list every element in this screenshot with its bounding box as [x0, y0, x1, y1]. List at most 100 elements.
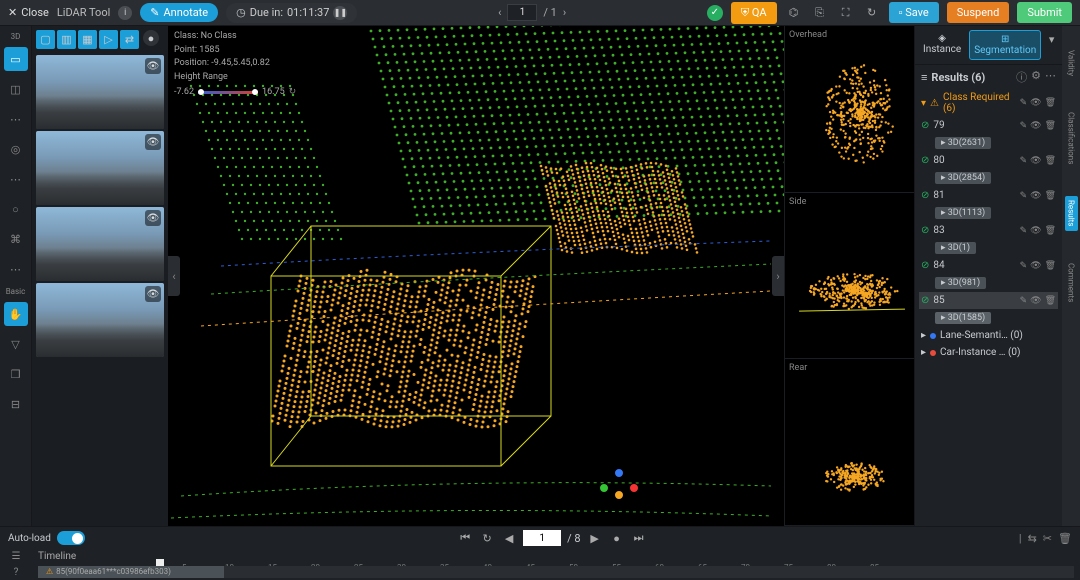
frame-input[interactable]	[523, 530, 561, 546]
list-icon[interactable]: ☰	[12, 551, 21, 562]
delete-icon[interactable]: 🗑	[1045, 98, 1056, 108]
loop-icon[interactable]: ↻	[479, 530, 495, 546]
rail-classifications[interactable]: Classifications	[1065, 108, 1078, 168]
side-view[interactable]: Side	[785, 193, 914, 360]
axis-gizmo[interactable]	[599, 468, 639, 508]
delete-icon[interactable]: 🗑	[1045, 261, 1056, 271]
tree-class-required[interactable]: ▾ ⚠ Class Required (6) ✎👁🗑	[919, 89, 1058, 117]
suspend-button[interactable]: Suspend	[947, 2, 1010, 23]
tool-more[interactable]: ⋯	[4, 107, 28, 131]
page-input[interactable]	[507, 4, 537, 21]
eye-icon[interactable]: 👁	[1030, 296, 1041, 306]
tree-item-81[interactable]: ⊘ 81 ✎👁🗑	[919, 187, 1058, 204]
refresh-icon[interactable]: ↻	[863, 4, 881, 22]
timeline-main[interactable]: Timeline 5101520253035404550556065707580…	[32, 549, 1080, 580]
camera-thumb-4[interactable]: 👁	[36, 283, 164, 357]
tool-cube[interactable]: ◫	[4, 77, 28, 101]
rail-comments[interactable]: Comments	[1065, 259, 1078, 306]
eye-icon[interactable]: 👁	[145, 134, 161, 150]
more-icon[interactable]: ⋯	[1045, 69, 1056, 85]
eye-icon[interactable]: 👁	[1030, 226, 1041, 236]
view-record-icon[interactable]: ●	[143, 30, 159, 46]
tool-circle[interactable]: ○	[4, 197, 28, 221]
tree-tag-79[interactable]: ▸ 3D(2631)	[919, 134, 1058, 152]
tree-tag-84[interactable]: ▸ 3D(981)	[919, 274, 1058, 292]
edit-icon[interactable]: ✎	[1020, 226, 1028, 236]
tree-item-79[interactable]: ⊘ 79 ✎👁🗑	[919, 117, 1058, 134]
tool-more2[interactable]: ⋯	[4, 167, 28, 191]
tree-tag-83[interactable]: ▸ 3D(1)	[919, 239, 1058, 257]
close-button[interactable]: ✕ Close	[8, 6, 49, 19]
eye-icon[interactable]: 👁	[1030, 98, 1041, 108]
camera-thumb-2[interactable]: 👁	[36, 131, 164, 205]
view-grid2-icon[interactable]: ▥	[57, 30, 76, 49]
prev-page-icon[interactable]: ‹	[498, 6, 501, 19]
tree-tag-85[interactable]: ▸ 3D(1585)	[919, 309, 1058, 327]
delete-icon[interactable]: 🗑	[1045, 156, 1056, 166]
eye-icon[interactable]: 👁	[145, 286, 161, 302]
adjust-icon[interactable]: ⇆	[1028, 532, 1037, 545]
eye-icon[interactable]: 👁	[1030, 156, 1041, 166]
qa-button[interactable]: ⛨ QA	[731, 2, 777, 24]
filter-icon[interactable]: ▾	[1045, 30, 1058, 48]
help-icon[interactable]: ?	[14, 567, 19, 578]
bug-icon[interactable]: ⌬	[785, 4, 803, 22]
next-page-icon[interactable]: ›	[563, 6, 566, 19]
delete-icon[interactable]: 🗑	[1045, 296, 1056, 306]
info-icon[interactable]: ⓘ	[1016, 69, 1027, 85]
rear-view[interactable]: Rear	[785, 359, 914, 526]
camera-thumb-3[interactable]: 👁	[36, 207, 164, 281]
height-range-slider[interactable]: -7.62 16.75 ↻	[174, 86, 296, 100]
submit-button[interactable]: Submit	[1017, 2, 1072, 23]
tree-item-80[interactable]: ⊘ 80 ✎👁🗑	[919, 152, 1058, 169]
view-grid3-icon[interactable]: ▦	[78, 30, 97, 49]
tool-more3[interactable]: ⋯	[4, 257, 28, 281]
rail-validity[interactable]: Validity	[1065, 46, 1078, 80]
tree-item-84[interactable]: ⊘ 84 ✎👁🗑	[919, 257, 1058, 274]
help-icon[interactable]: ⎘	[811, 4, 829, 22]
delete-icon[interactable]: 🗑	[1045, 191, 1056, 201]
edit-icon[interactable]: ✎	[1020, 261, 1028, 271]
tool-pointer[interactable]: ▭	[4, 47, 28, 71]
view-single-icon[interactable]: ▢	[36, 30, 55, 49]
tree-item-85[interactable]: ⊘ 85 ✎👁🗑	[919, 292, 1058, 309]
eye-icon[interactable]: 👁	[1030, 191, 1041, 201]
tool-link[interactable]: ⌘	[4, 227, 28, 251]
cut-icon[interactable]: ✂	[1043, 532, 1052, 545]
tree-car[interactable]: ▸ Car-Instance … (0)	[919, 344, 1058, 361]
tool-layers[interactable]: ❒	[4, 362, 28, 386]
edit-icon[interactable]: ✎	[1020, 121, 1028, 131]
overhead-view[interactable]: Overhead	[785, 26, 914, 193]
rail-results[interactable]: Results	[1065, 196, 1078, 230]
split-icon[interactable]: |	[1019, 532, 1022, 545]
prev-frame-icon[interactable]: ◀	[501, 530, 517, 546]
delete-icon[interactable]: 🗑	[1058, 532, 1072, 545]
tool-filter[interactable]: ▽	[4, 332, 28, 356]
delete-icon[interactable]: 🗑	[1045, 226, 1056, 236]
delete-icon[interactable]: 🗑	[1045, 121, 1056, 131]
camera-thumb-1[interactable]: 👁	[36, 55, 164, 129]
collapse-side-handle[interactable]: ›	[772, 256, 784, 296]
edit-icon[interactable]: ✎	[1020, 156, 1028, 166]
main-3d-view[interactable]: Class: No Class Point: 1585 Position: -9…	[168, 26, 784, 526]
reset-icon[interactable]: ↻	[289, 86, 297, 100]
3d-viewport[interactable]: Class: No Class Point: 1585 Position: -9…	[168, 26, 914, 526]
eye-icon[interactable]: 👁	[1030, 261, 1041, 271]
pause-icon[interactable]: ❚❚	[333, 6, 347, 20]
tree-lane[interactable]: ▸ Lane-Semanti… (0)	[919, 327, 1058, 344]
save-button[interactable]: ▫ Save	[889, 2, 939, 23]
tree-tag-81[interactable]: ▸ 3D(1113)	[919, 204, 1058, 222]
edit-icon[interactable]: ✎	[1020, 191, 1028, 201]
eye-icon[interactable]: 👁	[145, 58, 161, 74]
switch-icon[interactable]	[57, 531, 85, 545]
tool-target[interactable]: ◎	[4, 137, 28, 161]
collapse-thumbs-handle[interactable]: ‹	[168, 256, 180, 296]
view-play-icon[interactable]: ▷	[99, 30, 118, 49]
fullscreen-icon[interactable]: ⛶	[837, 4, 855, 22]
annotate-button[interactable]: ✎ Annotate	[140, 3, 218, 22]
edit-icon[interactable]: ✎	[1020, 296, 1028, 306]
timeline-track[interactable]: ⚠ 85(90f0eaa61***c03986efb303)	[38, 566, 1074, 578]
next-frame-icon[interactable]: ▶	[587, 530, 603, 546]
edit-icon[interactable]: ✎	[1020, 98, 1028, 108]
view-swap-icon[interactable]: ⇄	[120, 30, 139, 49]
